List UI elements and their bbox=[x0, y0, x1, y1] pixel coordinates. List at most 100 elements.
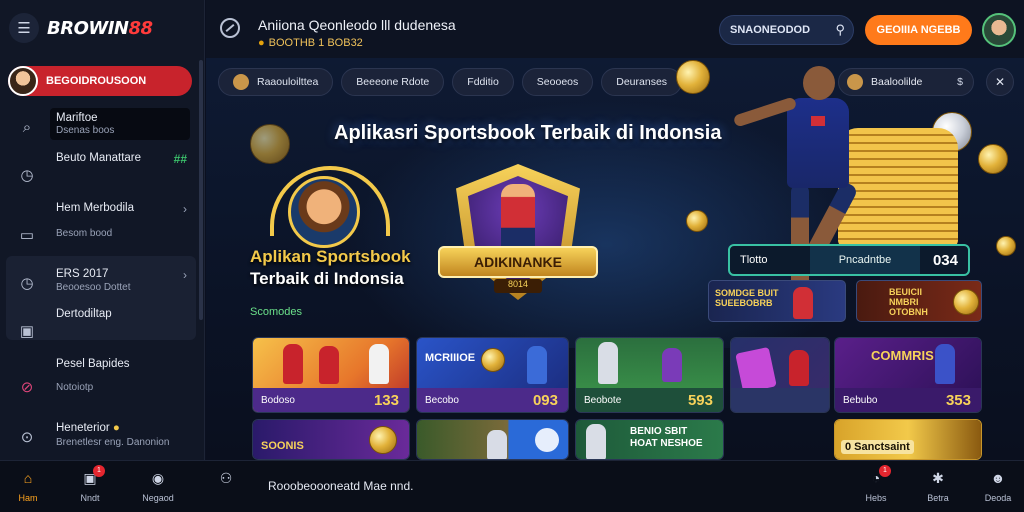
card-bar: Becobo 093 bbox=[417, 388, 568, 412]
sidebar-item-pesel[interactable]: ⊘ Pesel Bapides Notoiotp bbox=[0, 356, 205, 400]
game-card[interactable]: MCRIIIOE Becobo 093 bbox=[416, 337, 569, 413]
bottom-nav: ⌂ Ham ▣ 1 Nndt ◉ Negaod ⚇ Rooobeoooneatd … bbox=[0, 460, 1024, 512]
trophy-icon bbox=[481, 348, 505, 372]
promo-card[interactable]: BEUICII NMBRI OTOBNH bbox=[856, 280, 982, 322]
player-figure bbox=[369, 344, 389, 384]
mascot-image bbox=[288, 176, 360, 248]
badge-ribbon-sub: 8014 bbox=[494, 279, 542, 293]
close-icon[interactable]: ✕ bbox=[986, 68, 1014, 96]
chevron-right-icon: › bbox=[183, 202, 187, 216]
brand-logo[interactable]: BROWIN88 bbox=[47, 18, 153, 39]
game-card[interactable]: Bodoso 133 bbox=[252, 337, 410, 413]
stat-mid: Pncadntbe bbox=[810, 246, 920, 274]
nav-betra[interactable]: ✱ Betra bbox=[916, 467, 960, 504]
game-card[interactable]: BENIO SBIT HOAT NESHOE bbox=[575, 419, 724, 460]
promo-card[interactable]: SOMDGE BUIT SUEEBOBRB bbox=[708, 280, 846, 322]
sidebar-item-title: ERS 2017 bbox=[56, 268, 109, 280]
player-figure bbox=[789, 350, 809, 386]
sidebar-item-ers[interactable]: ◷ ERS 2017 Beooesoo Dottet › bbox=[0, 268, 205, 298]
compass-icon[interactable] bbox=[220, 18, 240, 38]
search-button[interactable]: SNAONEODOD ⚲ bbox=[719, 15, 854, 45]
player-figure bbox=[662, 348, 682, 382]
player-figure bbox=[598, 342, 618, 384]
coin-icon bbox=[233, 74, 249, 90]
camera-icon: ⊙ bbox=[20, 429, 34, 446]
gift-icon: ▣ 1 bbox=[79, 465, 105, 489]
game-card[interactable] bbox=[416, 419, 569, 460]
search-icon: ⚲ bbox=[835, 22, 845, 37]
sidebar-item-dertodiltap[interactable]: ▣ Dertodiltap bbox=[0, 306, 205, 340]
sidebar-item-title: Pesel Bapides bbox=[56, 358, 130, 370]
star-icon: ✱ bbox=[932, 469, 944, 486]
main-content: Raaouloilttea Beeeone Rdote Fdditio Seoo… bbox=[206, 58, 1024, 460]
stat-label: Tlotto bbox=[740, 254, 768, 266]
game-card[interactable] bbox=[730, 337, 830, 413]
nav-help[interactable]: ◔ 1 Hebs bbox=[854, 465, 898, 503]
shield-icon: ◉ bbox=[151, 469, 165, 486]
hero-title: Aplikasri Sportsbook Terbaik di Indonsia bbox=[334, 122, 722, 144]
card-bar bbox=[731, 388, 829, 412]
badge-ribbon: ADIKINANKE bbox=[438, 246, 598, 278]
stat-bar[interactable]: Tlotto Pncadntbe 034 bbox=[728, 244, 970, 276]
nav-profile[interactable]: ☻ Deoda bbox=[976, 467, 1020, 503]
jersey bbox=[787, 98, 849, 188]
game-card[interactable]: Beobote 593 bbox=[575, 337, 724, 413]
player-figure bbox=[283, 344, 303, 384]
head bbox=[803, 66, 835, 100]
coin-icon bbox=[953, 289, 979, 315]
screen-icon: ▣ bbox=[19, 323, 35, 340]
target-icon: ⊘ bbox=[20, 379, 34, 396]
profile-avatar[interactable] bbox=[982, 13, 1016, 47]
trophy-icon bbox=[369, 426, 397, 454]
search-button-label: SNAONEODOD bbox=[730, 24, 811, 36]
page-title: Aniiona Qeonleodo lll dudenesa bbox=[258, 17, 456, 33]
sidebar-item-title: Hem Merbodila bbox=[56, 202, 134, 214]
sidebar-item-search[interactable]: ⌕ bbox=[0, 112, 205, 142]
game-card[interactable]: 0 Sanctsaint bbox=[834, 419, 982, 460]
chart-icon: ▭ bbox=[19, 227, 35, 244]
sidebar-item-badge: ## bbox=[173, 152, 187, 166]
player-figure bbox=[586, 424, 606, 459]
sidebar-item-title: Dertodiltap bbox=[56, 308, 112, 320]
nav-negaod[interactable]: ◉ Negaod bbox=[136, 467, 180, 504]
sidebar-scrollbar[interactable] bbox=[199, 60, 203, 320]
home-icon: ⌂ bbox=[23, 470, 33, 486]
hero-subtitle: Aplikan Sportsbook Terbaik di Indonsia bbox=[250, 247, 411, 288]
top-bar: Aniiona Qeonleodo lll dudenesa BOOTHB 1 … bbox=[206, 0, 1024, 58]
sidebar-item-sub: Beooesoo Dottet bbox=[56, 282, 131, 293]
sidebar-item-favorites[interactable]: ◷ Beuto Manattare ## bbox=[0, 152, 205, 192]
player-figure bbox=[487, 430, 507, 459]
user-account-pill[interactable]: BEGOIDROUSOON bbox=[8, 66, 192, 96]
user-avatar bbox=[8, 66, 38, 96]
coin-icon bbox=[996, 236, 1016, 256]
hamburger-menu-icon[interactable]: ☰ bbox=[9, 13, 39, 43]
card-bar: Bebubo 353 bbox=[835, 388, 981, 412]
shield-icon bbox=[535, 428, 559, 452]
logo-row: ☰ BROWIN88 bbox=[0, 0, 204, 56]
hero-tag[interactable]: Scomodes bbox=[250, 306, 302, 318]
coin-icon bbox=[978, 144, 1008, 174]
coin-icon bbox=[250, 124, 290, 164]
user-icon: ⚇ bbox=[219, 469, 233, 486]
coin-icon bbox=[686, 210, 708, 232]
profile-icon: ☻ bbox=[990, 470, 1006, 486]
player-figure bbox=[319, 346, 339, 384]
chip-item[interactable]: Raaouloilttea bbox=[218, 68, 334, 96]
sidebar-item-merbodila[interactable]: ▭ Hem Merbodila Besom bood › bbox=[0, 200, 205, 246]
player-figure bbox=[527, 346, 547, 384]
status-text: Rooobeoooneatd Mae nnd. bbox=[268, 479, 414, 493]
nav-home[interactable]: ⌂ Ham bbox=[6, 467, 50, 503]
game-card[interactable]: SOONIS bbox=[252, 419, 410, 460]
clock-icon: ◷ bbox=[20, 275, 34, 292]
headset-icon: ◔ 1 bbox=[865, 465, 891, 489]
dollar-icon: $ bbox=[957, 76, 963, 88]
nav-user[interactable]: ⚇ bbox=[204, 467, 248, 489]
search-icon: ⌕ bbox=[22, 118, 32, 136]
notification-badge: 1 bbox=[879, 465, 891, 477]
cta-button[interactable]: GEOIIIA NGEBB bbox=[865, 15, 972, 45]
game-card[interactable]: COMMRIS Bebubo 353 bbox=[834, 337, 982, 413]
nav-gift[interactable]: ▣ 1 Nndt bbox=[68, 465, 112, 503]
leg bbox=[791, 184, 809, 294]
sidebar-item-heneterior[interactable]: ⊙ Heneterior ● Brenetlesr eng. Danonion bbox=[0, 420, 205, 454]
player-figure bbox=[501, 184, 535, 254]
